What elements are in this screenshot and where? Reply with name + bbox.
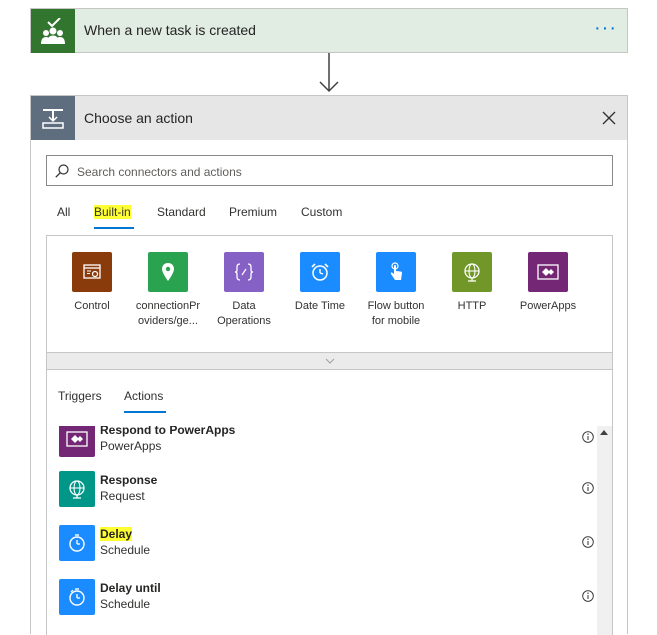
powerapps-icon <box>59 426 95 457</box>
list-item-delay[interactable]: Delay Schedule <box>59 525 594 565</box>
choose-action-icon <box>31 96 75 140</box>
info-icon[interactable] <box>582 536 594 548</box>
alarm-clock-icon <box>300 252 340 292</box>
choose-action-card: Choose an action All Built-in Standard P… <box>30 95 628 635</box>
control-icon <box>72 252 112 292</box>
tab-all[interactable]: All <box>57 205 70 219</box>
globe-icon <box>452 252 492 292</box>
connector-label: PowerApps <box>519 300 577 312</box>
actions-list: Respond to PowerApps PowerApps Response … <box>47 426 597 635</box>
expand-connectors-button[interactable] <box>46 352 613 370</box>
connector-date-time[interactable]: Date Time <box>285 252 355 314</box>
actions-panel: Triggers Actions Respond to PowerApps Po… <box>46 370 613 635</box>
list-item-delay-until[interactable]: Delay until Schedule <box>59 579 594 619</box>
action-connector: Request <box>100 489 145 503</box>
connector-connectionproviders[interactable]: connectionPr oviders/ge... <box>133 252 203 329</box>
trigger-card[interactable]: When a new task is created ··· <box>30 8 628 53</box>
trigger-title: When a new task is created <box>84 22 256 38</box>
action-header: Choose an action <box>31 96 627 140</box>
tab-built-in[interactable]: Built-in <box>94 205 131 219</box>
connector-http[interactable]: HTTP <box>437 252 507 314</box>
close-icon[interactable] <box>601 110 617 126</box>
action-name: Delay <box>100 527 133 541</box>
search-input[interactable] <box>75 161 599 183</box>
tap-icon <box>376 252 416 292</box>
connector-label: connectionPr oviders/ge... <box>135 300 201 327</box>
action-connector: PowerApps <box>100 439 162 453</box>
powerapps-icon <box>528 252 568 292</box>
action-title: Choose an action <box>84 110 193 126</box>
action-connector: Schedule <box>100 597 151 611</box>
connector-control[interactable]: Control <box>57 252 127 314</box>
action-connector: Schedule <box>100 543 151 557</box>
search-icon <box>55 164 69 178</box>
actions-scrollbar[interactable] <box>597 426 612 635</box>
list-item-response[interactable]: Response Request <box>59 471 594 511</box>
connector-data-operations[interactable]: Data Operations <box>209 252 279 329</box>
search-box[interactable] <box>46 155 613 186</box>
scroll-up-arrow-icon[interactable] <box>600 430 608 435</box>
timer-icon <box>59 525 95 561</box>
tab-actions[interactable]: Actions <box>124 389 163 403</box>
action-name: Respond to PowerApps <box>100 426 236 437</box>
info-icon[interactable] <box>582 590 594 602</box>
arrow-down-icon <box>319 53 339 93</box>
location-pin-icon <box>148 252 188 292</box>
connector-label: Flow button for mobile <box>367 300 425 327</box>
tab-standard[interactable]: Standard <box>157 205 206 219</box>
connector-powerapps[interactable]: PowerApps <box>513 252 583 314</box>
tab-premium[interactable]: Premium <box>229 205 277 219</box>
info-icon[interactable] <box>582 431 594 443</box>
connector-grid: Control connectionPr oviders/ge... Data … <box>46 235 613 370</box>
active-tab-underline <box>124 411 166 413</box>
connector-flow-button[interactable]: Flow button for mobile <box>361 252 431 329</box>
braces-icon <box>224 252 264 292</box>
globe-icon <box>59 471 95 507</box>
action-name: Response <box>100 473 158 487</box>
timer-icon <box>59 579 95 615</box>
info-icon[interactable] <box>582 482 594 494</box>
connector-label: Date Time <box>294 300 346 312</box>
more-options-icon[interactable]: ··· <box>594 18 617 38</box>
tab-triggers[interactable]: Triggers <box>58 389 102 403</box>
connector-label: Control <box>74 300 110 312</box>
tab-custom[interactable]: Custom <box>301 205 342 219</box>
list-item-respond-to-powerapps[interactable]: Respond to PowerApps PowerApps <box>59 426 594 461</box>
connector-label: HTTP <box>457 300 487 312</box>
active-tab-underline <box>94 227 134 229</box>
chevron-down-icon <box>325 358 334 364</box>
team-icon <box>31 9 75 53</box>
connector-label: Data Operations <box>217 300 271 327</box>
action-name: Delay until <box>100 581 161 595</box>
